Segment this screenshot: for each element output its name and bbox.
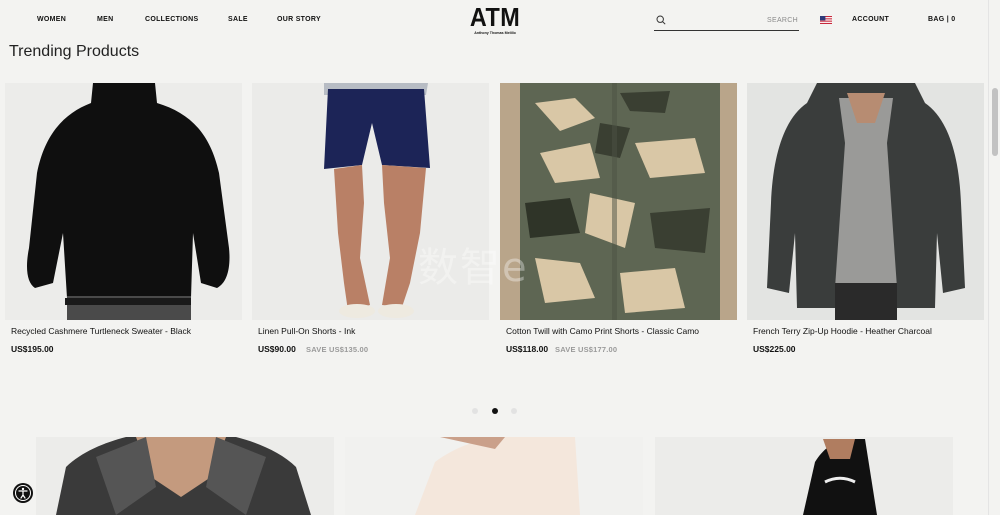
- brand-logo[interactable]: ATM Anthony Thomas Melillo: [467, 4, 523, 35]
- collection-tile[interactable]: [345, 437, 643, 515]
- product-image[interactable]: [500, 83, 737, 320]
- site-header: WOMEN MEN COLLECTIONS SALE OUR STORY ATM…: [0, 0, 988, 40]
- search-input[interactable]: [670, 14, 798, 27]
- scrollbar-thumb[interactable]: [992, 88, 998, 156]
- nav-item-men[interactable]: MEN: [97, 16, 113, 23]
- product-save: SAVE US$177.00: [555, 345, 618, 354]
- section-title: Trending Products: [9, 43, 140, 60]
- collection-tile[interactable]: [655, 437, 953, 515]
- product-name[interactable]: French Terry Zip-Up Hoodie - Heather Cha…: [753, 326, 932, 336]
- carousel-dot-3[interactable]: [511, 408, 517, 414]
- search-icon[interactable]: [656, 15, 666, 25]
- nav-item-our-story[interactable]: OUR STORY: [277, 16, 321, 23]
- us-flag-icon[interactable]: [820, 16, 832, 24]
- carousel-pagination: [470, 407, 520, 415]
- product-price: US$195.00: [11, 344, 54, 354]
- search-bar: [654, 11, 799, 31]
- nav-item-sale[interactable]: SALE: [228, 16, 248, 23]
- product-card[interactable]: French Terry Zip-Up Hoodie - Heather Cha…: [747, 83, 984, 354]
- account-link[interactable]: ACCOUNT: [852, 16, 889, 23]
- accessibility-button[interactable]: [13, 483, 33, 503]
- product-image[interactable]: [747, 83, 984, 320]
- nav-item-collections[interactable]: COLLECTIONS: [145, 16, 198, 23]
- carousel-dot-2[interactable]: [492, 408, 498, 414]
- bag-link[interactable]: BAG | 0: [928, 16, 955, 23]
- page-scrollbar[interactable]: [988, 0, 1000, 515]
- carousel-dot-1[interactable]: [472, 408, 478, 414]
- watermark: 数智e: [418, 245, 529, 291]
- product-name[interactable]: Cotton Twill with Camo Print Shorts - Cl…: [506, 326, 699, 336]
- product-name[interactable]: Linen Pull-On Shorts - Ink: [258, 326, 355, 336]
- accessibility-icon: [15, 485, 31, 501]
- product-price: US$90.00: [258, 344, 296, 354]
- product-image[interactable]: [5, 83, 242, 320]
- product-name[interactable]: Recycled Cashmere Turtleneck Sweater - B…: [11, 326, 191, 336]
- product-price: US$225.00: [753, 344, 796, 354]
- product-card[interactable]: Recycled Cashmere Turtleneck Sweater - B…: [5, 83, 242, 354]
- product-save: SAVE US$135.00: [306, 345, 369, 354]
- nav-item-women[interactable]: WOMEN: [37, 16, 66, 23]
- product-card[interactable]: Cotton Twill with Camo Print Shorts - Cl…: [500, 83, 737, 354]
- logo-wordmark: ATM: [469, 2, 521, 32]
- product-price: US$118.00: [506, 344, 549, 354]
- collection-tile[interactable]: [36, 437, 334, 515]
